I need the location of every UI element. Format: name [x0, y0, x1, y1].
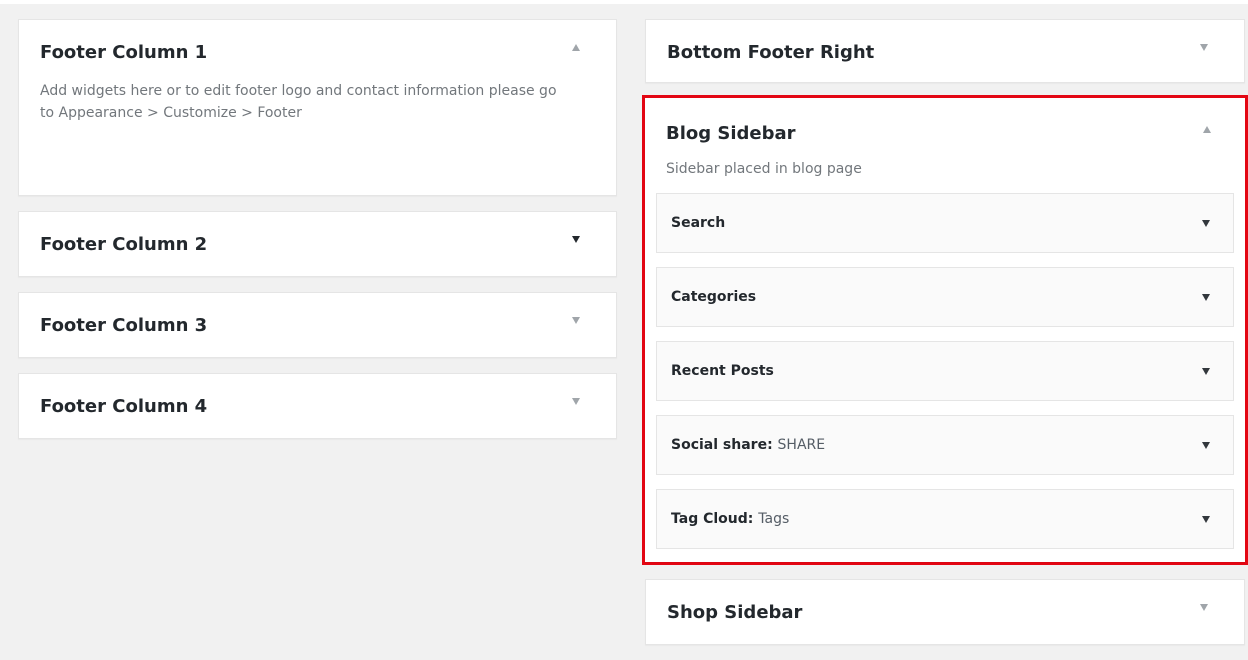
expand-arrow-icon[interactable]	[572, 236, 580, 243]
expand-arrow-icon[interactable]	[1202, 516, 1210, 523]
widget-area-title: Shop Sidebar	[667, 602, 803, 623]
widget-area-header[interactable]: Footer Column 4	[19, 374, 616, 438]
widget-search[interactable]: Search	[656, 193, 1234, 253]
collapse-arrow-icon[interactable]	[1203, 126, 1211, 133]
widget-title: Social share: SHARE	[671, 437, 825, 453]
widget-area-title: Footer Column 1	[40, 42, 208, 63]
expand-arrow-icon[interactable]	[1202, 294, 1210, 301]
widget-area-title: Footer Column 4	[40, 396, 208, 417]
collapse-arrow-icon[interactable]	[572, 44, 580, 51]
widget-area-description: Add widgets here or to edit footer logo …	[40, 83, 557, 121]
widget-name: Search	[671, 215, 726, 231]
widget-area-header[interactable]: Blog Sidebar	[645, 98, 1245, 158]
widget-name: Categories	[671, 289, 757, 305]
widget-area-footer-column-4[interactable]: Footer Column 4	[18, 373, 617, 439]
widget-tag-cloud[interactable]: Tag Cloud: Tags	[656, 489, 1234, 549]
expand-arrow-icon[interactable]	[1202, 368, 1210, 375]
widget-area-header[interactable]: Shop Sidebar	[646, 580, 1244, 644]
widget-title: Search	[671, 215, 725, 231]
widget-area-header[interactable]: Footer Column 2	[19, 212, 616, 276]
expand-arrow-icon[interactable]	[572, 317, 580, 324]
widget-categories[interactable]: Categories	[656, 267, 1234, 327]
widget-instance-title: Tags	[758, 511, 790, 527]
widget-area-footer-column-2[interactable]: Footer Column 2	[18, 211, 617, 277]
right-widget-areas: Bottom Footer Right Blog Sidebar Sidebar…	[642, 19, 1248, 645]
widget-area-bottom-footer-right[interactable]: Bottom Footer Right	[645, 19, 1245, 83]
left-widget-areas: Footer Column 1 Add widgets here or to e…	[18, 19, 617, 439]
widget-area-title: Bottom Footer Right	[667, 42, 875, 63]
expand-arrow-icon[interactable]	[1202, 442, 1210, 449]
expand-arrow-icon[interactable]	[1200, 604, 1208, 611]
widget-title: Recent Posts	[671, 363, 774, 379]
widget-area-header[interactable]: Footer Column 3	[19, 293, 616, 357]
widget-area-header[interactable]: Bottom Footer Right	[646, 20, 1244, 84]
widget-area-title: Footer Column 2	[40, 234, 208, 255]
expand-arrow-icon[interactable]	[572, 398, 580, 405]
widget-area-footer-column-1: Footer Column 1 Add widgets here or to e…	[18, 19, 617, 196]
widget-area-header[interactable]: Footer Column 1	[19, 20, 616, 80]
widget-recent-posts[interactable]: Recent Posts	[656, 341, 1234, 401]
top-edge	[0, 0, 1248, 4]
widget-area-title: Blog Sidebar	[666, 123, 796, 144]
widget-area-footer-column-3[interactable]: Footer Column 3	[18, 292, 617, 358]
widget-area-description: Sidebar placed in blog page	[666, 161, 862, 177]
widget-area-blog-sidebar: Blog Sidebar Sidebar placed in blog page…	[645, 98, 1245, 562]
widget-area-shop-sidebar[interactable]: Shop Sidebar	[645, 579, 1245, 645]
widget-social-share[interactable]: Social share: SHARE	[656, 415, 1234, 475]
widget-instance-title: SHARE	[777, 437, 826, 453]
widget-name: Tag Cloud:	[671, 511, 754, 527]
widget-title: Tag Cloud: Tags	[671, 511, 789, 527]
widget-area-title: Footer Column 3	[40, 315, 208, 336]
widget-name: Recent Posts	[671, 363, 774, 379]
widget-title: Categories	[671, 289, 756, 305]
expand-arrow-icon[interactable]	[1200, 44, 1208, 51]
widget-name: Social share:	[671, 437, 773, 453]
highlight-box: Blog Sidebar Sidebar placed in blog page…	[642, 95, 1248, 565]
widget-list: Search Categories Recent Posts Social sh…	[645, 180, 1245, 549]
expand-arrow-icon[interactable]	[1202, 220, 1210, 227]
